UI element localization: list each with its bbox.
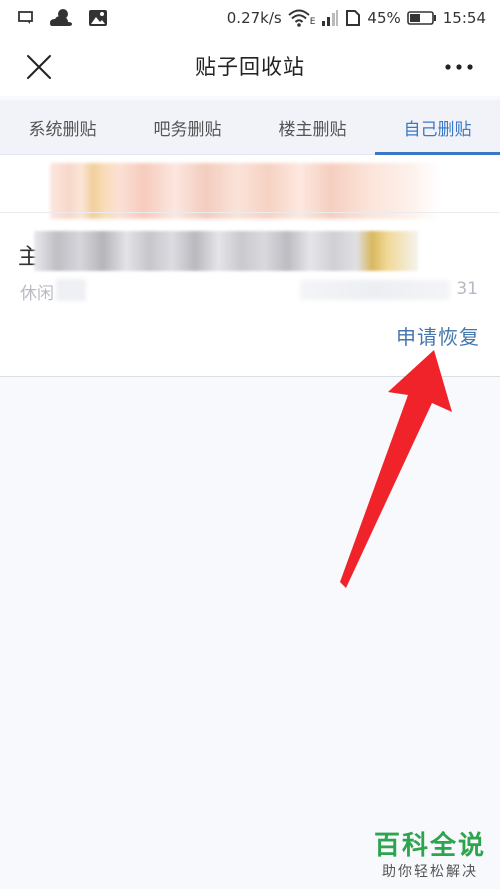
apply-restore-button[interactable]: 申请恢复	[396, 321, 480, 350]
blurred-forum-name	[56, 279, 86, 301]
post-forum-name: 休闲	[20, 284, 54, 304]
status-bar: 0.27k/s E 45% 15:54	[0, 0, 500, 36]
page-title: 贴子回收站	[195, 55, 305, 79]
blurred-content	[50, 163, 440, 219]
watermark-subtitle: 助你轻松解决	[381, 864, 478, 880]
signal-icon	[321, 9, 339, 27]
divider	[0, 212, 500, 213]
title-bar: 贴子回收站	[0, 36, 500, 96]
clock: 15:54	[442, 9, 486, 27]
image-icon	[88, 9, 108, 27]
net-speed: 0.27k/s	[226, 9, 282, 27]
battery-icon	[406, 10, 437, 26]
tab-bar: 系统删贴 吧务删贴 楼主删贴 自己删贴	[0, 100, 500, 155]
tab-self-deleted[interactable]: 自己删贴	[375, 100, 500, 155]
tab-admin-deleted[interactable]: 吧务删贴	[125, 100, 250, 154]
sim-icon	[345, 9, 361, 27]
message-icon	[18, 11, 34, 25]
watermark-logo: 百科全说 助你轻松解决	[374, 831, 486, 881]
weather-cloud-icon	[48, 7, 74, 29]
tab-op-deleted[interactable]: 楼主删贴	[250, 100, 375, 154]
deleted-post-list: 主 休闲 31 申请恢复	[0, 155, 500, 377]
post-time: 31	[456, 279, 478, 299]
divider	[0, 376, 500, 377]
network-type: E	[309, 17, 316, 27]
more-icon	[445, 64, 473, 70]
blurred-post-time	[300, 280, 450, 300]
wifi-icon	[288, 9, 310, 27]
close-icon	[27, 55, 51, 79]
blurred-post-title	[34, 231, 418, 271]
close-button[interactable]	[24, 52, 54, 82]
more-button[interactable]	[442, 52, 476, 82]
tab-system-deleted[interactable]: 系统删贴	[0, 100, 125, 154]
battery-percent: 45%	[367, 9, 401, 27]
watermark-title: 百科全说	[373, 831, 486, 861]
